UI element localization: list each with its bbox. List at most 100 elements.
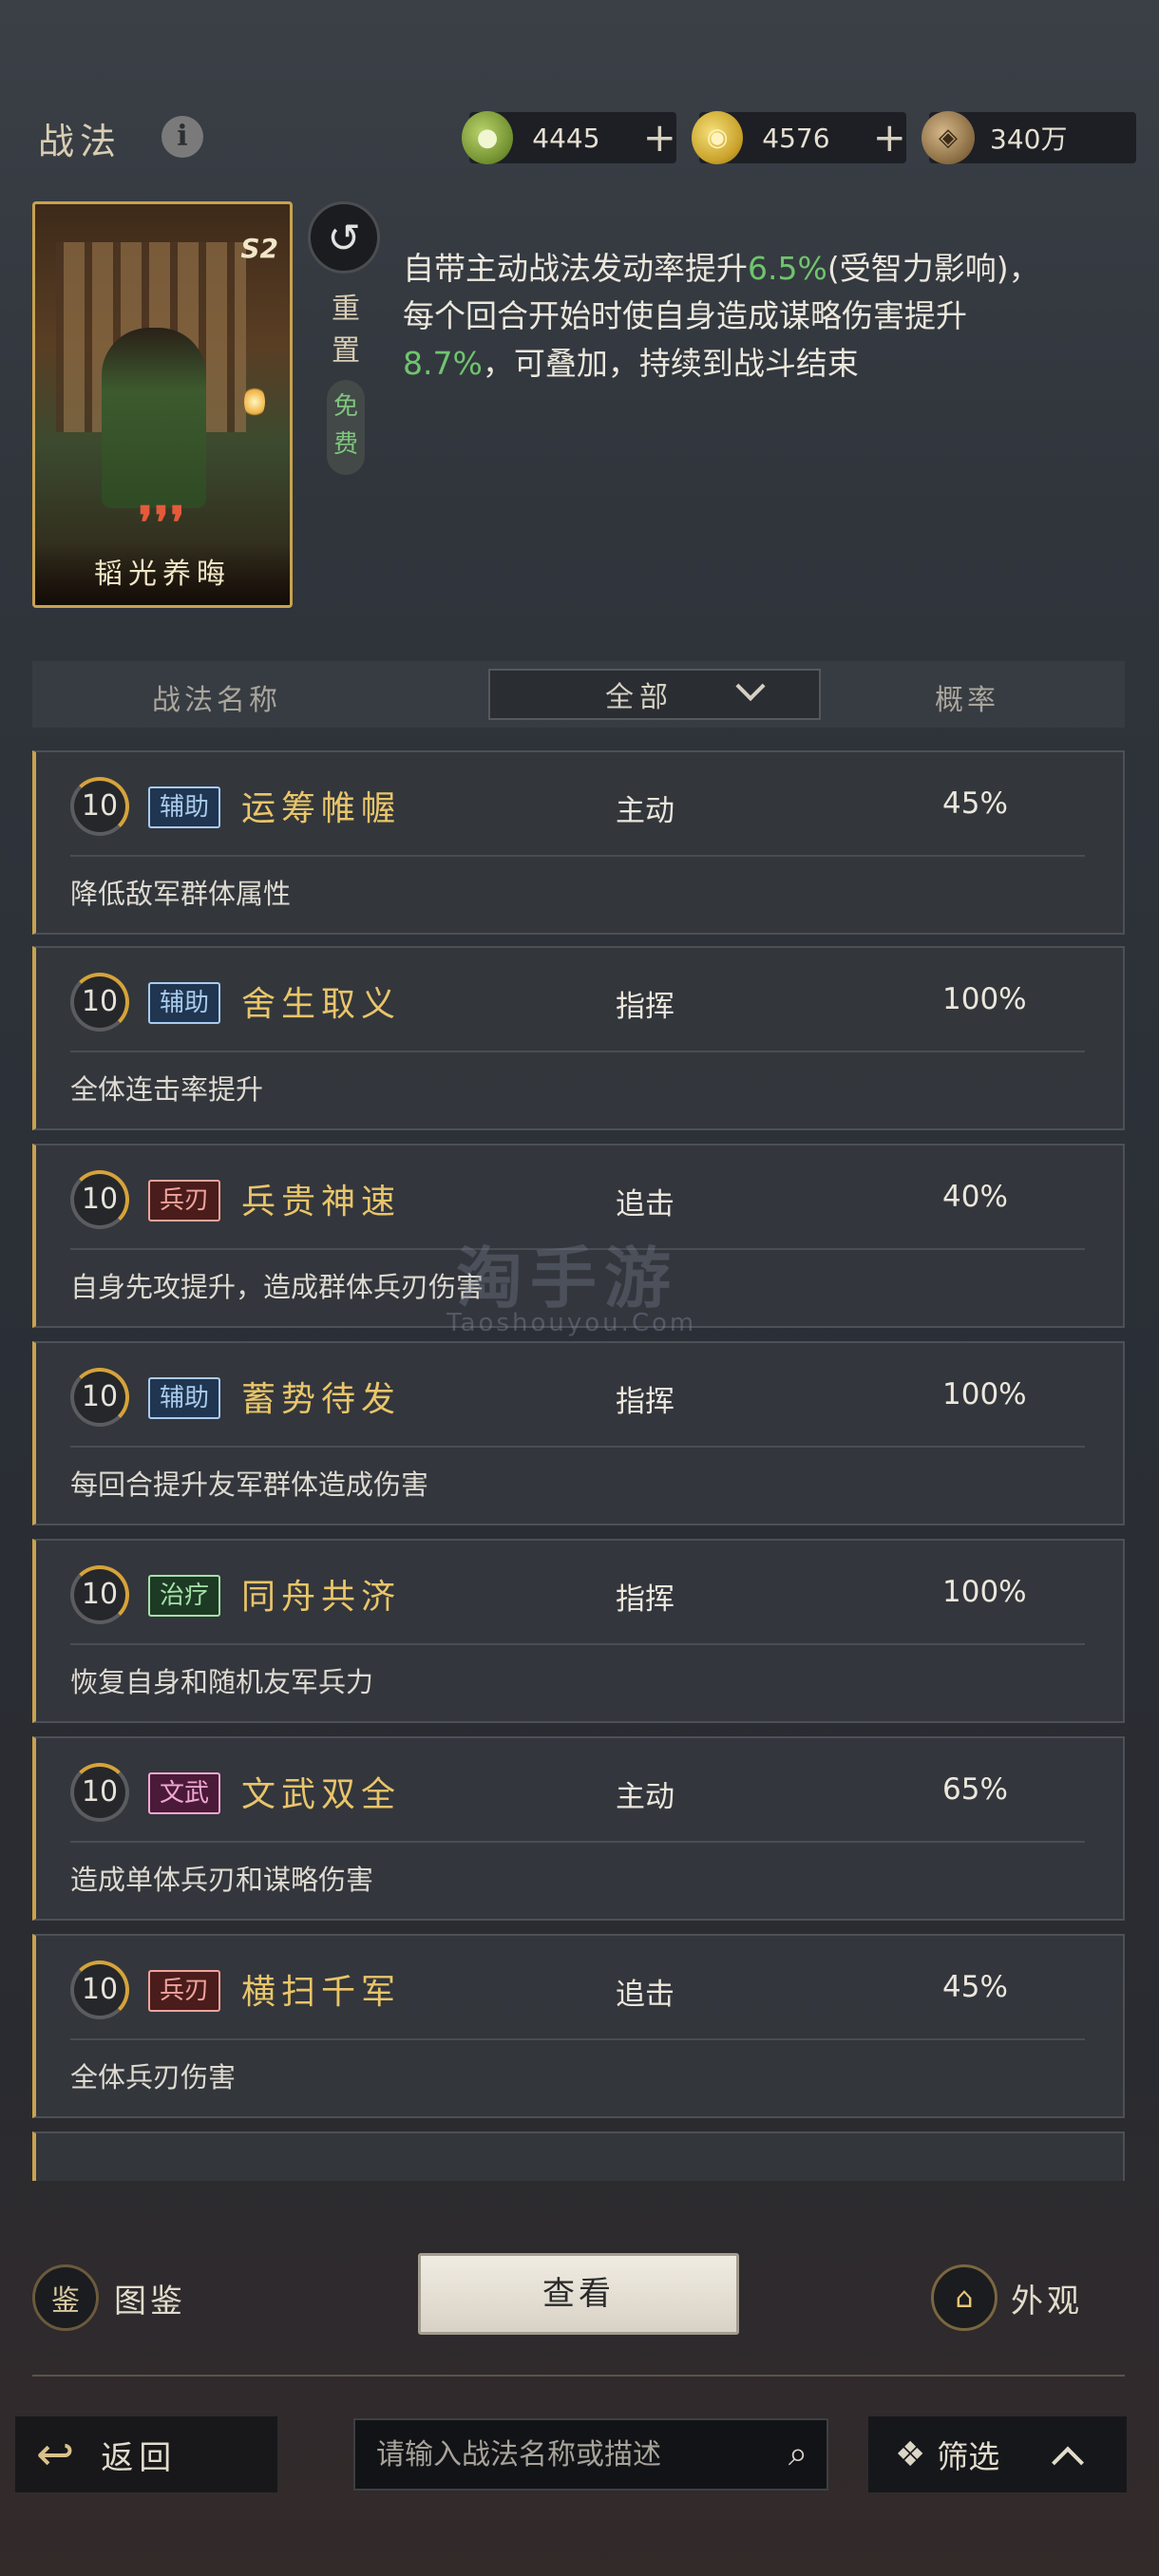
- skill-description: 每回合提升友军群体造成伤害: [70, 1468, 429, 1501]
- search-icon[interactable]: ⌕: [770, 2434, 826, 2474]
- reset-button[interactable]: ↺: [308, 201, 380, 274]
- skill-tag: 兵刃: [148, 1180, 221, 1222]
- back-button[interactable]: ↩ 返回: [15, 2416, 277, 2492]
- scroll-book-icon: 鉴: [32, 2264, 99, 2331]
- search-box[interactable]: ⌕: [353, 2418, 828, 2491]
- selected-skill-card[interactable]: S2 ❜❜❜ 韬光养晦: [32, 201, 293, 608]
- skill-type: 主动: [616, 794, 674, 828]
- skill-row[interactable]: 10 辅助 舍生取义 指挥 100% 全体连击率提升: [32, 946, 1125, 1130]
- view-button[interactable]: 查看: [418, 2253, 739, 2335]
- skill-type: 指挥: [616, 1385, 674, 1419]
- skill-rate: 40%: [942, 1180, 1008, 1214]
- skill-level: 10: [70, 1170, 129, 1229]
- selected-skill-name: 韬光养晦: [35, 544, 290, 605]
- row-divider: [70, 855, 1085, 857]
- skill-rate: 45%: [942, 1970, 1008, 2004]
- skill-rate: 100%: [942, 1575, 1027, 1609]
- back-arrow-icon: ↩: [36, 2428, 75, 2481]
- skill-type: 指挥: [616, 990, 674, 1024]
- skill-level: 10: [70, 1763, 129, 1822]
- skill-name: 舍生取义: [241, 985, 402, 1024]
- skill-tag: 治疗: [148, 1575, 221, 1617]
- column-skill-name: 战法名称: [152, 684, 281, 717]
- skill-row-partial[interactable]: [32, 2131, 1125, 2181]
- codex-label: 图鉴: [114, 2282, 186, 2320]
- watermark: 淘手游: [456, 1240, 678, 1317]
- skill-description: 全体连击率提升: [70, 1073, 264, 1106]
- selected-skill-description: 自带主动战法发动率提升6.5%(受智力影响)，每个回合开始时使自身造成谋略伤害提…: [403, 245, 1068, 388]
- desc-text-1: 自带主动战法发动率提升: [403, 250, 748, 287]
- row-divider: [70, 2038, 1085, 2040]
- codex-button[interactable]: 鉴 图鉴: [32, 2264, 186, 2331]
- skill-level: 10: [70, 1368, 129, 1427]
- season-badge: S2: [240, 233, 278, 264]
- skill-description: 恢复自身和随机友军兵力: [70, 1666, 374, 1698]
- currency-jade-value: 4445: [532, 122, 600, 154]
- skill-level: 10: [70, 973, 129, 1032]
- card-art-figure: [102, 328, 206, 508]
- skill-name: 兵贵神速: [241, 1183, 402, 1222]
- skill-name: 蓄势待发: [241, 1380, 402, 1419]
- column-rate: 概率: [935, 684, 999, 717]
- chevron-down-icon: [735, 671, 766, 702]
- skill-row[interactable]: 10 兵刃 横扫千军 追击 45% 全体兵刃伤害: [32, 1934, 1125, 2118]
- free-badge: 免费: [327, 380, 365, 475]
- add-gold-button[interactable]: +: [873, 112, 906, 163]
- desc-value-2: 8.7%: [403, 345, 483, 382]
- skill-rate: 100%: [942, 1377, 1027, 1411]
- skill-name: 文武双全: [241, 1775, 402, 1814]
- skill-tag: 辅助: [148, 786, 221, 828]
- skill-description: 降低敌军群体属性: [70, 878, 292, 910]
- watermark-url: Taoshouyou.Com: [446, 1309, 697, 1337]
- row-divider: [70, 1643, 1085, 1645]
- filter-button[interactable]: ❖ 筛选: [868, 2416, 1127, 2492]
- category-dropdown-value: 全部: [605, 681, 674, 714]
- skill-row[interactable]: 10 治疗 同舟共济 指挥 100% 恢复自身和随机友军兵力: [32, 1539, 1125, 1723]
- grade-marks-icon: ❜❜❜: [138, 497, 187, 548]
- skill-row[interactable]: 10 辅助 蓄势待发 指挥 100% 每回合提升友军群体造成伤害: [32, 1341, 1125, 1525]
- skill-description: 自身先攻提升，造成群体兵刃伤害: [70, 1271, 484, 1303]
- row-divider: [70, 1051, 1085, 1052]
- skill-level: 10: [70, 777, 129, 836]
- skill-list[interactable]: 10 辅助 运筹帷幄 主动 45% 降低敌军群体属性 10 辅助 舍生取义 指挥…: [32, 750, 1125, 2181]
- skill-row[interactable]: 10 辅助 运筹帷幄 主动 45% 降低敌军群体属性: [32, 750, 1125, 935]
- add-jade-button[interactable]: +: [643, 112, 676, 163]
- skill-rate: 65%: [942, 1772, 1008, 1807]
- currency-gold: ◉ 4576 +: [692, 111, 906, 164]
- skill-description: 全体兵刃伤害: [70, 2061, 237, 2093]
- appearance-button[interactable]: ⌂ 外观: [931, 2264, 1083, 2331]
- jade-coin-icon: ●: [462, 111, 514, 164]
- desc-value-1: 6.5%: [748, 250, 827, 287]
- gold-coin-icon: ◉: [692, 111, 744, 164]
- back-label: 返回: [101, 2438, 178, 2477]
- reset-icon: ↺: [327, 214, 361, 261]
- skill-name: 横扫千军: [241, 1973, 402, 2012]
- card-art-lamp: [244, 385, 265, 419]
- filter-diamond-icon: ❖: [895, 2434, 926, 2474]
- search-input[interactable]: [355, 2437, 770, 2472]
- skill-name: 同舟共济: [241, 1578, 402, 1617]
- chevron-up-icon: [1052, 2446, 1085, 2479]
- category-dropdown[interactable]: 全部: [488, 669, 821, 720]
- skill-tag: 兵刃: [148, 1970, 221, 2012]
- info-icon[interactable]: i: [162, 116, 203, 158]
- filter-label: 筛选: [937, 2438, 1000, 2475]
- row-divider: [70, 1841, 1085, 1843]
- skill-level: 10: [70, 1565, 129, 1624]
- skill-rate: 100%: [942, 982, 1027, 1016]
- currency-copper: ◈ 340万: [922, 111, 1136, 164]
- pavilion-icon: ⌂: [931, 2264, 998, 2331]
- currency-gold-value: 4576: [762, 122, 830, 154]
- divider: [32, 2375, 1125, 2377]
- page-title: 战法: [38, 121, 123, 162]
- currency-jade: ● 4445 +: [462, 111, 676, 164]
- skill-tag: 辅助: [148, 1377, 221, 1419]
- desc-text-3: ，可叠加，持续到战斗结束: [482, 345, 859, 382]
- appearance-label: 外观: [1011, 2282, 1083, 2320]
- reset-label[interactable]: 重置: [329, 289, 363, 372]
- skill-row[interactable]: 10 文武 文武双全 主动 65% 造成单体兵刃和谋略伤害: [32, 1736, 1125, 1921]
- skill-tag: 文武: [148, 1772, 221, 1814]
- skill-type: 追击: [616, 1978, 674, 2012]
- skill-name: 运筹帷幄: [241, 789, 402, 828]
- skill-level: 10: [70, 1960, 129, 2019]
